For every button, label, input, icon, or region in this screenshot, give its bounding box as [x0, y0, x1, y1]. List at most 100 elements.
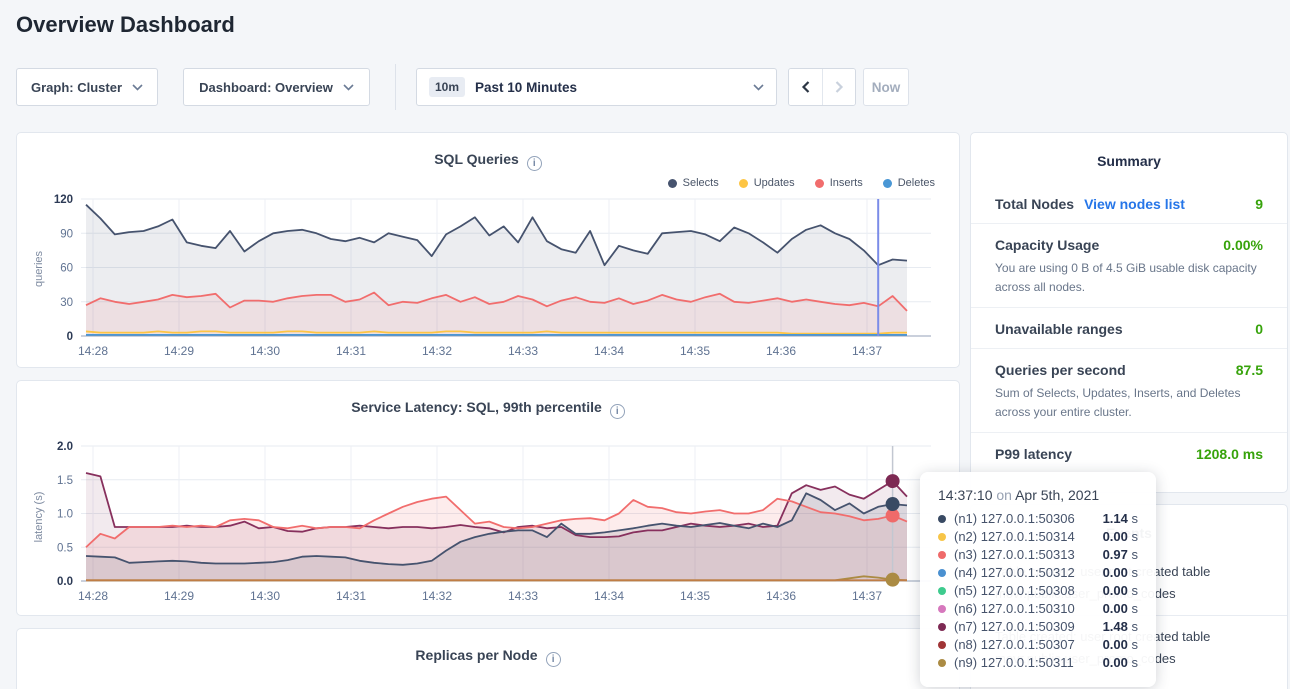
node-dot	[938, 605, 946, 613]
page-title: Overview Dashboard	[16, 12, 235, 38]
time-next-button[interactable]	[822, 69, 855, 105]
svg-text:14:29: 14:29	[164, 589, 194, 603]
svg-text:14:36: 14:36	[766, 344, 796, 358]
svg-text:2.0: 2.0	[57, 441, 73, 453]
service-latency-chart[interactable]: 0.00.51.01.52.014:2814:2914:3014:3114:32…	[17, 437, 961, 612]
svg-text:60: 60	[60, 263, 73, 275]
tooltip-row-n2: (n2) 127.0.0.1:503140.00 s	[938, 528, 1138, 546]
tooltip-row-n5: (n5) 127.0.0.1:503080.00 s	[938, 582, 1138, 600]
svg-text:14:37: 14:37	[852, 344, 882, 358]
chevron-right-icon	[834, 80, 844, 94]
svg-text:14:35: 14:35	[680, 344, 710, 358]
svg-text:14:35: 14:35	[680, 589, 710, 603]
legend-item-updates[interactable]: Updates	[739, 177, 795, 189]
svg-text:14:31: 14:31	[336, 344, 366, 358]
summary-row-total-nodes: Total Nodes View nodes list 9	[971, 183, 1287, 223]
node-dot	[938, 587, 946, 595]
tooltip-row-n7: (n7) 127.0.0.1:503091.48 s	[938, 618, 1138, 636]
svg-text:14:31: 14:31	[336, 589, 366, 603]
sql-queries-chart[interactable]: 0 30 60 90 120 14:28 14:29 14:30 14:31 14:32 14:33…	[17, 189, 961, 364]
legend-item-deletes[interactable]: Deletes	[883, 177, 935, 189]
time-step-buttons	[788, 68, 856, 106]
sql-queries-panel: SQL Queries i Selects Updates Inserts Del…	[16, 132, 960, 368]
node-dot	[938, 623, 946, 631]
svg-text:14:33: 14:33	[508, 589, 538, 603]
overview-dashboard-page: Overview Dashboard Graph: Cluster Dashbo…	[0, 0, 1290, 689]
chevron-down-icon	[753, 84, 764, 91]
time-range-dropdown[interactable]: 10m Past 10 Minutes	[416, 68, 777, 106]
summary-panel: Summary Total Nodes View nodes list 9 Ca…	[970, 132, 1288, 493]
node-dot	[938, 641, 946, 649]
chevron-down-icon	[343, 84, 354, 91]
info-icon[interactable]: i	[527, 156, 542, 171]
chart-hover-tooltip: 14:37:10 on Apr 5th, 2021 (n1) 127.0.0.1…	[920, 472, 1156, 687]
tooltip-row-n6: (n6) 127.0.0.1:503100.00 s	[938, 600, 1138, 618]
legend-dot	[739, 179, 748, 188]
chevron-down-icon	[132, 84, 143, 91]
p99-latency-value: 1208.0 ms	[1196, 446, 1263, 462]
node-dot	[938, 515, 946, 523]
svg-text:90: 90	[60, 228, 73, 240]
chevron-left-icon	[801, 80, 811, 94]
time-range-badge: 10m	[429, 77, 465, 97]
qps-value: 87.5	[1236, 362, 1263, 378]
chart-title: SQL Queries	[434, 151, 519, 167]
tooltip-row-n4: (n4) 127.0.0.1:503120.00 s	[938, 564, 1138, 582]
legend-item-selects[interactable]: Selects	[668, 177, 719, 189]
graph-selector-label: Graph: Cluster	[31, 80, 122, 95]
view-nodes-list-link[interactable]: View nodes list	[1084, 196, 1185, 212]
summary-row-p99: P99 latency 1208.0 ms	[971, 432, 1287, 473]
svg-text:14:33: 14:33	[508, 344, 538, 358]
svg-text:0.0: 0.0	[57, 576, 73, 588]
chart-legend: Selects Updates Inserts Deletes	[668, 177, 935, 189]
node-dot	[938, 533, 946, 541]
summary-row-unavailable-ranges: Unavailable ranges 0	[971, 307, 1287, 348]
chart-title: Replicas per Node	[415, 647, 537, 663]
tooltip-timestamp: 14:37:10 on Apr 5th, 2021	[938, 487, 1138, 503]
svg-text:0: 0	[67, 331, 73, 343]
tooltip-row-n1: (n1) 127.0.0.1:503061.14 s	[938, 510, 1138, 528]
svg-text:14:30: 14:30	[250, 589, 280, 603]
legend-item-inserts[interactable]: Inserts	[815, 177, 863, 189]
legend-dot	[668, 179, 677, 188]
svg-text:14:37: 14:37	[852, 589, 882, 603]
svg-text:1.5: 1.5	[57, 475, 73, 487]
svg-text:14:32: 14:32	[422, 344, 452, 358]
legend-dot	[883, 179, 892, 188]
svg-text:14:32: 14:32	[422, 589, 452, 603]
svg-text:14:29: 14:29	[164, 344, 194, 358]
svg-text:14:34: 14:34	[594, 589, 624, 603]
graph-selector-dropdown[interactable]: Graph: Cluster	[16, 68, 158, 106]
tooltip-row-n9: (n9) 127.0.0.1:503110.00 s	[938, 654, 1138, 672]
time-range-label: Past 10 Minutes	[475, 80, 577, 95]
time-prev-button[interactable]	[789, 69, 822, 105]
capacity-usage-value: 0.00%	[1223, 237, 1263, 253]
summary-row-capacity: Capacity Usage 0.00% You are using 0 B o…	[971, 223, 1287, 307]
controls-divider	[395, 64, 396, 110]
replicas-per-node-panel: Replicas per Node i	[16, 628, 960, 689]
summary-row-qps: Queries per second 87.5 Sum of Selects, …	[971, 348, 1287, 432]
svg-text:14:34: 14:34	[594, 344, 624, 358]
node-dot	[938, 551, 946, 559]
total-nodes-value: 9	[1255, 196, 1263, 212]
svg-text:14:30: 14:30	[250, 344, 280, 358]
chart-title: Service Latency: SQL, 99th percentile	[351, 399, 602, 415]
summary-title: Summary	[971, 133, 1287, 169]
svg-text:0.5: 0.5	[57, 542, 73, 554]
legend-dot	[815, 179, 824, 188]
svg-text:120: 120	[54, 194, 73, 206]
node-dot	[938, 569, 946, 577]
svg-text:14:28: 14:28	[78, 344, 108, 358]
service-latency-panel: Service Latency: SQL, 99th percentilei l…	[16, 380, 960, 616]
node-dot	[938, 659, 946, 667]
info-icon[interactable]: i	[546, 652, 561, 667]
now-button[interactable]: Now	[863, 68, 909, 106]
tooltip-row-n3: (n3) 127.0.0.1:503130.97 s	[938, 546, 1138, 564]
info-icon[interactable]: i	[610, 404, 625, 419]
tooltip-row-n8: (n8) 127.0.0.1:503070.00 s	[938, 636, 1138, 654]
svg-text:14:28: 14:28	[78, 589, 108, 603]
unavailable-ranges-value: 0	[1255, 321, 1263, 337]
svg-text:30: 30	[60, 297, 73, 309]
svg-text:14:36: 14:36	[766, 589, 796, 603]
dashboard-selector-dropdown[interactable]: Dashboard: Overview	[183, 68, 370, 106]
